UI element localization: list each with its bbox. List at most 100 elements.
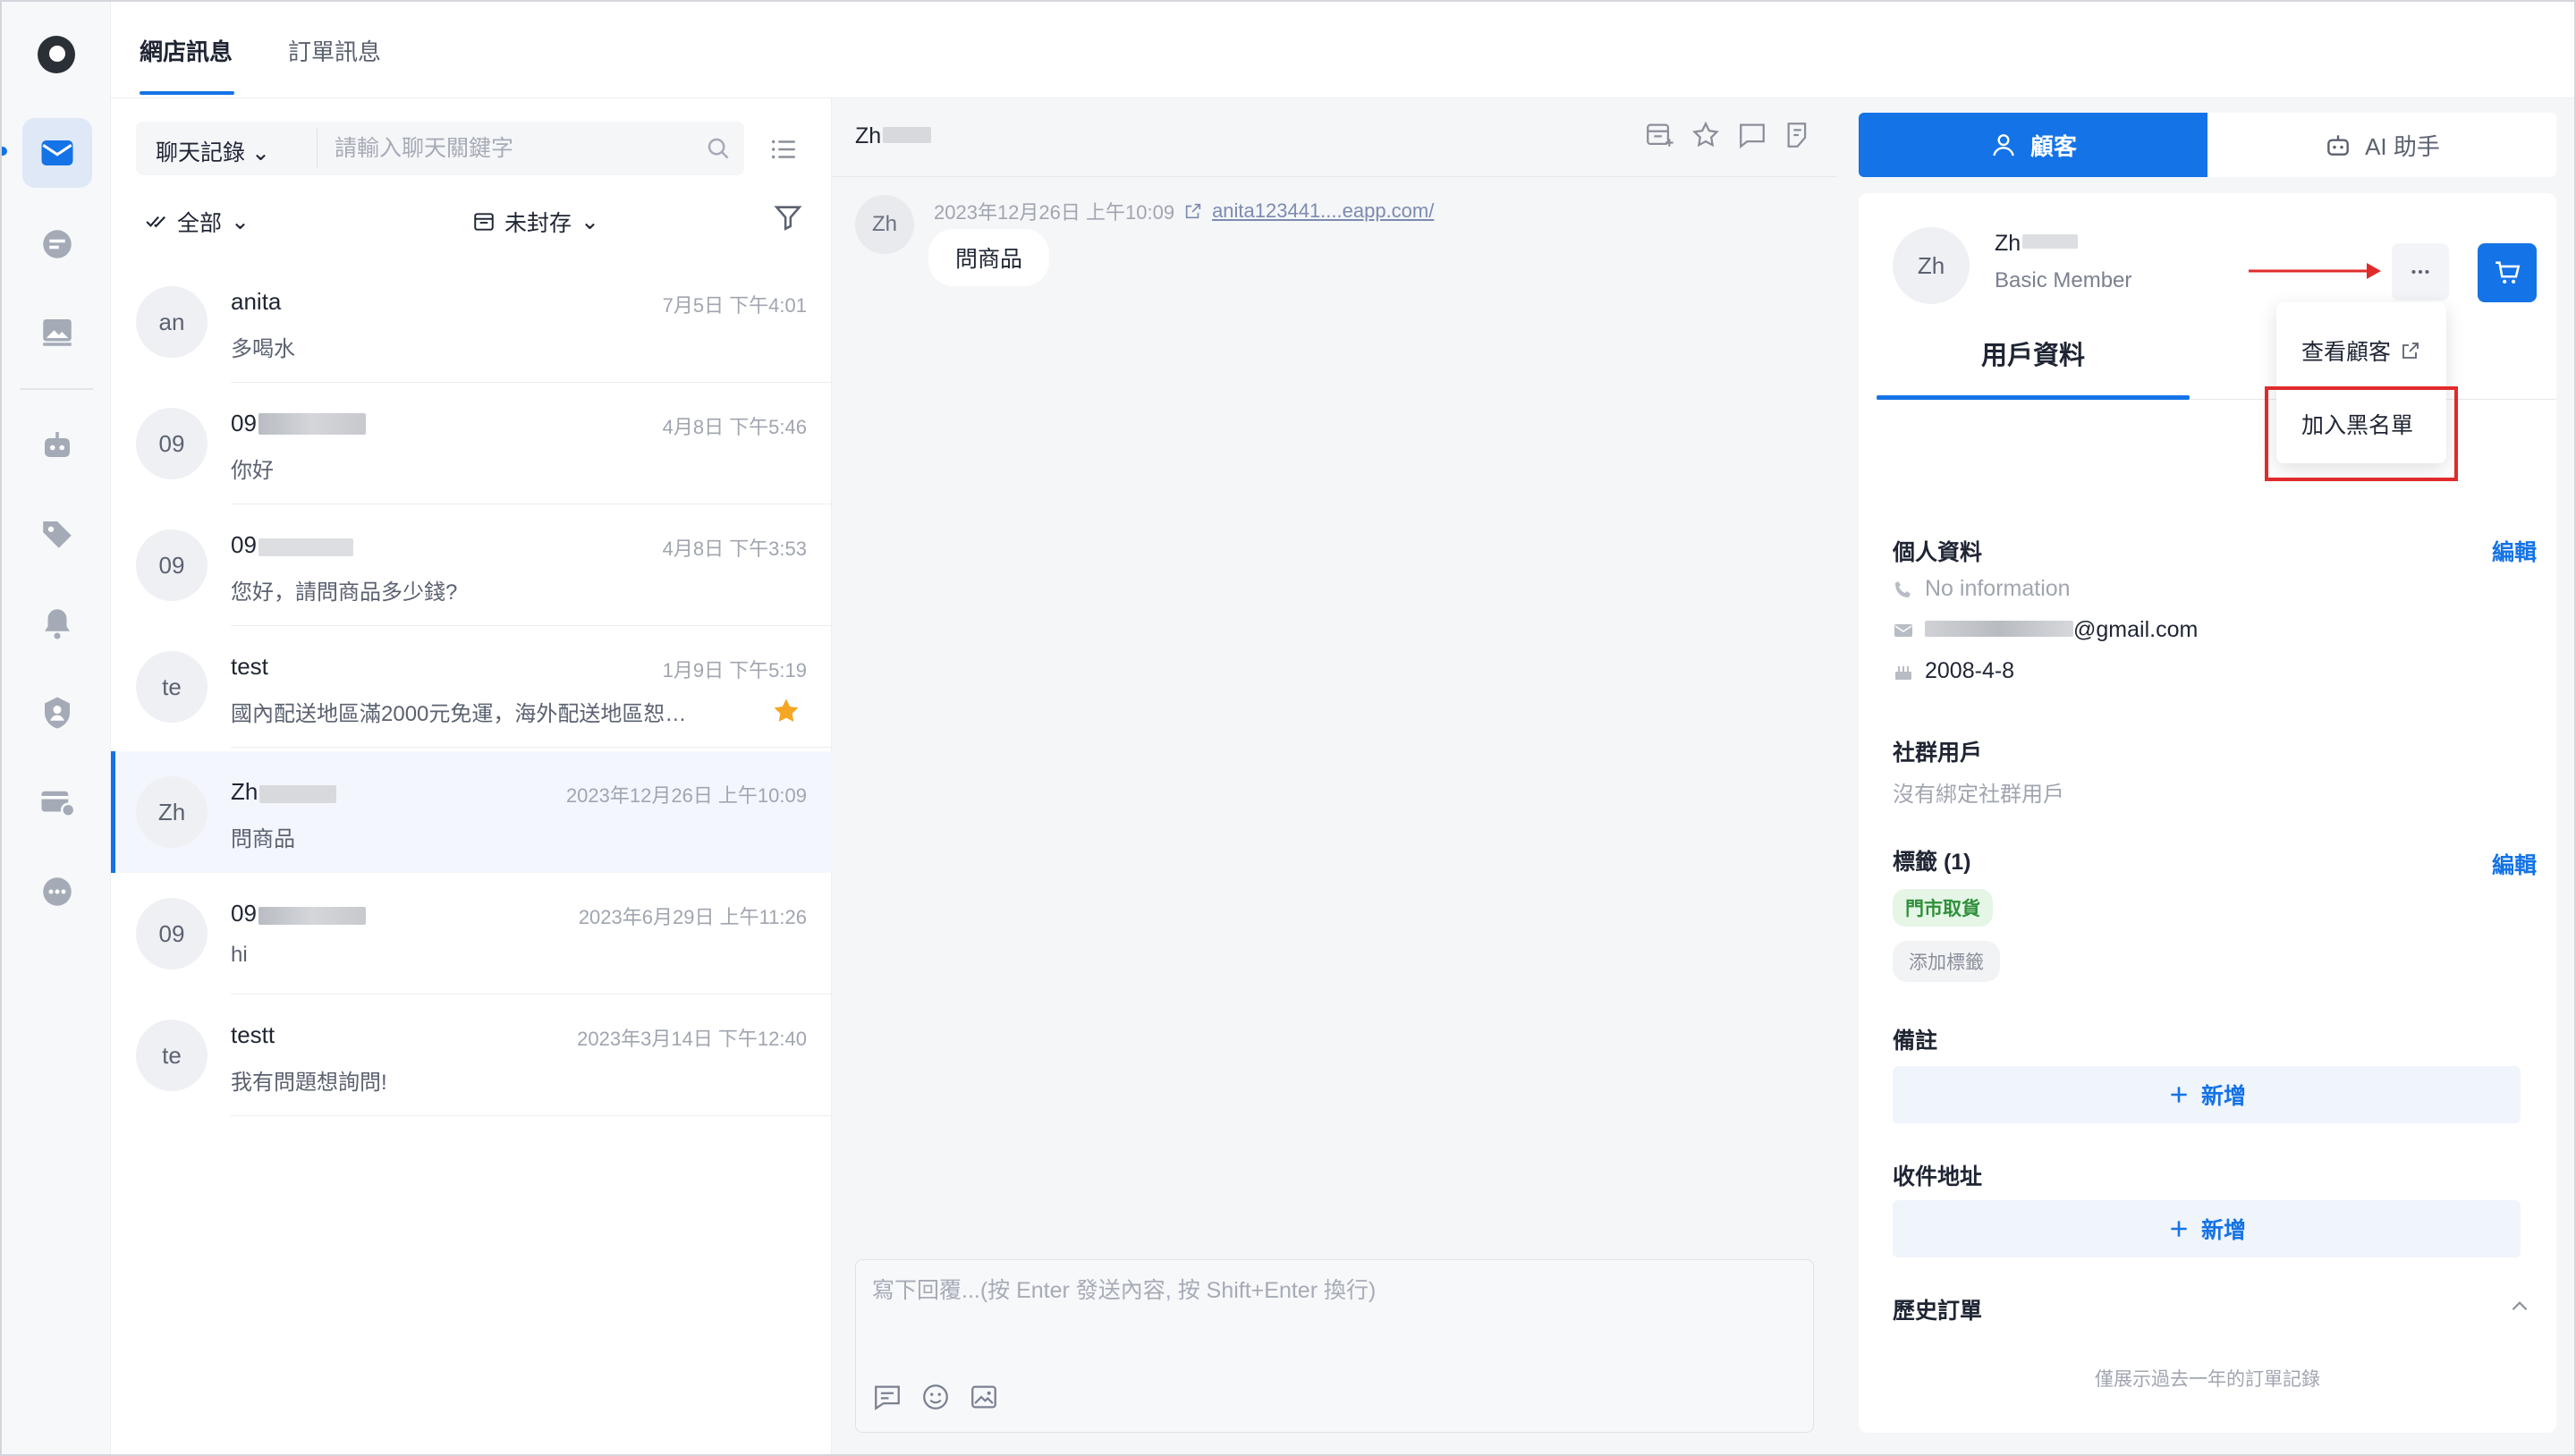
add-tag-button[interactable]: 添加標籤 (1893, 941, 2000, 982)
rail-robot-icon[interactable] (22, 410, 92, 479)
more-options-button[interactable] (2392, 243, 2449, 301)
conversation-name-text: 09 (231, 531, 257, 558)
customer-name-text: Zh (1995, 231, 2021, 256)
app-logo-icon[interactable] (38, 36, 75, 73)
filter-archive-dropdown[interactable]: 未封存 ⌄ (472, 206, 599, 238)
message-time: 2023年12月26日 上午10:09 (934, 201, 1175, 224)
redacted-name-blur (258, 413, 366, 435)
rail-mail-icon[interactable] (22, 118, 92, 188)
note-edit-icon[interactable] (1784, 120, 1814, 150)
conversation-item[interactable]: an anita 7月5日 下午4:01 多喝水 (111, 261, 832, 383)
comment-icon[interactable] (1737, 120, 1767, 150)
edit-tags-link[interactable]: 編輯 (2492, 848, 2537, 880)
filter-all-dropdown[interactable]: 全部 ⌄ (145, 206, 250, 238)
conversation-name-text: 09 (231, 410, 257, 436)
tab-customer-label: 顧客 (2029, 132, 2077, 160)
chevron-up-icon[interactable] (2508, 1295, 2531, 1318)
conversation-name: 09 (231, 531, 353, 559)
cart-button[interactable] (2478, 243, 2537, 302)
conversation-name: Zh (231, 778, 337, 806)
conversation-list: 聊天記錄 ⌄ 全部 ⌄ 未封存 ⌄ an anita 7月5日 下午4:01 多… (111, 98, 832, 1454)
conversation-time: 2023年3月14日 下午12:40 (577, 1028, 807, 1050)
conversation-item[interactable]: 09 09 2023年6月29日 上午11:26 hi (111, 873, 832, 995)
redacted-name-blur (2022, 234, 2079, 249)
conversation-item-selected[interactable]: Zh Zh 2023年12月26日 上午10:09 問商品 (111, 751, 832, 873)
redacted-name-blur (258, 907, 366, 925)
tab-user-profile[interactable]: 用戶資料 (1877, 334, 2190, 372)
rail-more-icon[interactable] (22, 857, 92, 927)
customer-panel: 顧客 AI 助手 Zh Zh Basic Member 用戶資料 個人資料 編輯 (1837, 98, 2574, 1454)
search-icon[interactable] (705, 135, 732, 162)
tab-ai-assistant[interactable]: AI 助手 (2207, 113, 2556, 177)
email-value: @gmail.com (1925, 617, 2198, 643)
add-address-button[interactable]: 新增 (1893, 1200, 2521, 1257)
filter-row: 全部 ⌄ 未封存 ⌄ (136, 199, 807, 240)
tab-order-messages[interactable]: 訂單訊息 (288, 34, 381, 67)
search-type-select[interactable]: 聊天記錄 ⌄ (156, 135, 270, 167)
avatar: 09 (136, 408, 208, 479)
top-tab-bar: 網店訊息 訂單訊息 (111, 2, 2574, 98)
rail-store-settings-icon[interactable] (22, 767, 92, 837)
rail-separator (20, 388, 93, 390)
chevron-down-icon: ⌄ (580, 209, 599, 234)
image-upload-icon[interactable] (969, 1382, 999, 1412)
external-link-icon (1185, 203, 1201, 219)
conversation-name: test (231, 653, 268, 680)
conversation-preview: 國內配送地區滿2000元免運，海外配送地區恕… (231, 702, 687, 726)
list-view-icon[interactable] (768, 134, 799, 165)
phone-icon (1895, 580, 1911, 597)
archive-add-icon[interactable] (1644, 120, 1674, 150)
filter-all-label: 全部 (177, 211, 223, 236)
conversation-item[interactable]: te test 1月9日 下午5:19 國內配送地區滿2000元免運，海外配送地… (111, 626, 832, 748)
tag-store-pickup[interactable]: 門市取貨 (1893, 889, 1993, 927)
chevron-down-icon: ⌄ (250, 140, 270, 165)
email-row: @gmail.com (1893, 617, 2198, 643)
conversation-preview: 問商品 (231, 827, 295, 851)
customer-name: Zh (1995, 231, 2079, 257)
rail-chat-icon[interactable] (22, 209, 92, 279)
address-title: 收件地址 (1893, 1164, 1983, 1189)
conversation-name-text: Zh (231, 778, 258, 805)
conversation-item[interactable]: 09 09 4月8日 下午3:53 您好，請問商品多少錢? (111, 504, 832, 626)
conversation-time: 4月8日 下午3:53 (662, 538, 807, 560)
search-type-label: 聊天記錄 (156, 140, 246, 165)
star-icon[interactable] (771, 696, 801, 726)
email-suffix: @gmail.com (2073, 617, 2199, 642)
menu-view-customer[interactable]: 查看顧客 (2301, 334, 2421, 367)
customer-card: Zh Zh Basic Member 用戶資料 個人資料 編輯 No infor… (1859, 193, 2556, 1433)
redacted-name-blur (259, 785, 337, 803)
rail-tag-icon[interactable] (22, 499, 92, 569)
red-highlight-annotation (2265, 386, 2458, 481)
conversation-name: 09 (231, 900, 366, 927)
conversation-preview: hi (231, 943, 248, 967)
reply-input[interactable] (872, 1273, 1793, 1353)
mail-icon (1894, 623, 1912, 637)
funnel-filter-icon[interactable] (773, 202, 803, 233)
add-note-button[interactable]: 新增 (1893, 1066, 2521, 1123)
chat-toolbar (1644, 120, 1814, 150)
star-outline-icon[interactable] (1690, 120, 1721, 150)
conversation-preview: 您好，請問商品多少錢? (231, 580, 458, 605)
quick-reply-icon[interactable] (872, 1382, 902, 1412)
external-link-icon (2402, 343, 2419, 359)
tab-shop-messages[interactable]: 網店訊息 (140, 34, 233, 67)
conversation-item[interactable]: 09 09 4月8日 下午5:46 你好 (111, 383, 832, 504)
chat-header: Zh (832, 98, 1837, 177)
conversation-item[interactable]: te testt 2023年3月14日 下午12:40 我有問題想詢問! (111, 995, 832, 1116)
message-source-link[interactable]: anita123441....eapp.com/ (1212, 199, 1434, 223)
tab-customer[interactable]: 顧客 (1859, 113, 2207, 177)
edit-personal-link[interactable]: 編輯 (2492, 535, 2537, 567)
rail-user-shield-icon[interactable] (22, 678, 92, 748)
rail-bell-icon[interactable] (22, 588, 92, 658)
tags-title: 標籤 (1) (1893, 850, 1971, 875)
message-avatar: Zh (855, 195, 914, 254)
avatar: an (136, 286, 208, 358)
search-input[interactable] (335, 129, 692, 168)
panel-segmented-tabs: 顧客 AI 助手 (1859, 113, 2556, 177)
conversation-time: 1月9日 下午5:19 (662, 659, 807, 681)
menu-view-customer-label: 查看顧客 (2301, 340, 2392, 365)
rail-image-icon[interactable] (22, 297, 92, 367)
user-icon (1993, 134, 2014, 157)
social-users-empty: 沒有綁定社群用戶 (1893, 783, 2064, 807)
emoji-icon[interactable] (920, 1382, 951, 1412)
